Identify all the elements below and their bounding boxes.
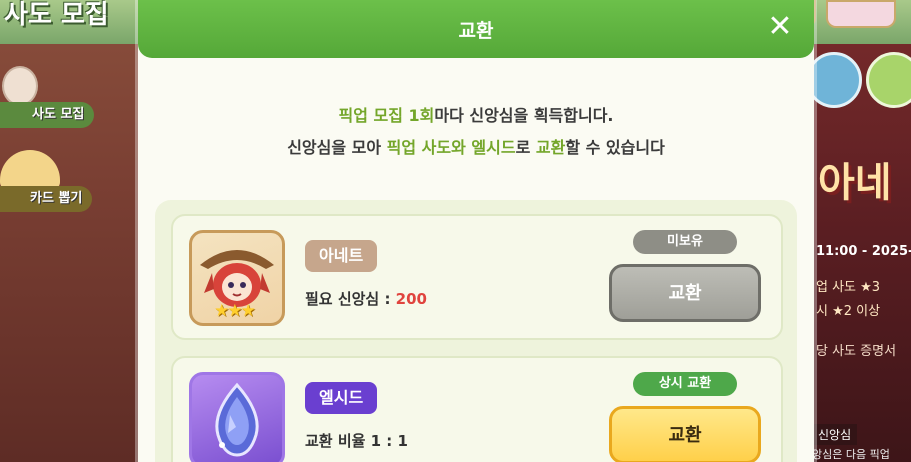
item-name-badge: 엘시드 <box>305 382 378 414</box>
exchange-button[interactable]: 교환 <box>609 264 761 322</box>
bg-menu-card-draw[interactable]: 카드 뽑기 <box>0 186 93 212</box>
bg-event-line: 업 사도 ★3 <box>816 280 881 295</box>
bg-event-title: 아네 <box>818 160 892 206</box>
exchange-list: ★★★ 아네트 필요 신앙심 : 200 미보유 교환 엘시드 교환 비율 1 … <box>155 200 797 462</box>
exchange-modal: 교환 ✕ 픽업 모집 1회마다 신앙심을 획득합니다. 신앙심을 모아 픽업 사… <box>138 0 814 462</box>
bg-avatar <box>2 66 38 106</box>
cost-value: 200 <box>395 290 427 308</box>
intro-text-span: 로 <box>515 138 536 157</box>
bg-menu-recruit[interactable]: 사도 모집 <box>0 102 95 128</box>
bg-page-title: 사도 모집 <box>4 0 109 30</box>
exchange-ratio: 교환 비율 1 : 1 <box>305 432 408 450</box>
required-faith: 필요 신앙심 : 200 <box>305 288 427 309</box>
gem-portrait <box>189 372 285 462</box>
cost-label: 필요 신앙심 : <box>305 290 396 308</box>
status-badge: 미보유 <box>633 230 737 254</box>
bg-bottom-label: 신앙심 <box>812 424 858 445</box>
intro-text-span: 신앙심을 모아 <box>287 138 387 157</box>
character-portrait: ★★★ <box>189 230 285 326</box>
intro-text: 픽업 모집 1회마다 신앙심을 획득합니다. 신앙심을 모아 픽업 사도와 엘시… <box>138 100 814 164</box>
bg-round-button[interactable] <box>806 52 862 108</box>
modal-title: 교환 <box>458 20 494 42</box>
intro-text-span: 할 수 있습니다 <box>565 138 665 157</box>
intro-text-span: 마다 신앙심을 획득합니다. <box>434 106 614 125</box>
star-rating: ★★★ <box>214 301 256 321</box>
bg-event-desc: 당 사도 증명서 <box>816 344 897 359</box>
bg-event-date: 11:00 - 2025- <box>816 244 911 259</box>
exchange-button[interactable]: 교환 <box>609 406 761 462</box>
intro-highlight: 교환 <box>535 138 566 157</box>
intro-highlight: 픽업 모집 1회 <box>338 106 435 125</box>
bg-top-button[interactable] <box>826 0 896 28</box>
intro-line-2: 신앙심을 모아 픽업 사도와 엘시드로 교환할 수 있습니다 <box>138 132 814 164</box>
gem-icon <box>215 382 259 457</box>
bg-event-line: 시 ★2 이상 <box>816 304 881 319</box>
bg-event-lines: 업 사도 ★3 시 ★2 이상 <box>816 276 880 324</box>
item-name-badge: 아네트 <box>305 240 378 272</box>
bg-bottom-label-2: 앙심은 다음 픽업 <box>812 448 890 461</box>
status-badge: 상시 교환 <box>633 372 737 396</box>
modal-header: 교환 ✕ <box>138 0 814 58</box>
intro-highlight: 픽업 사도와 엘시드 <box>386 138 516 157</box>
close-icon[interactable]: ✕ <box>764 12 796 44</box>
list-item-anette: ★★★ 아네트 필요 신앙심 : 200 미보유 교환 <box>171 214 783 340</box>
intro-line-1: 픽업 모집 1회마다 신앙심을 획득합니다. <box>138 100 814 132</box>
list-item-elseed: 엘시드 교환 비율 1 : 1 상시 교환 교환 <box>171 356 783 462</box>
